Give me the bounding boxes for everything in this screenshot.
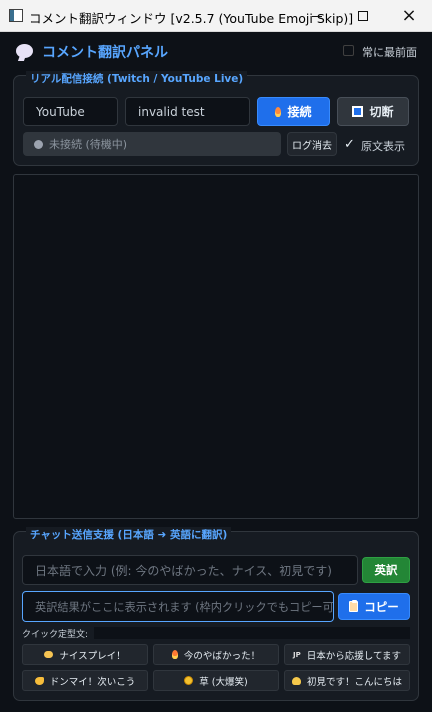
japanese-input[interactable]: 日本語で入力 (例: 今のやばかった、ナイス、初見です)	[22, 555, 358, 585]
connection-status: 未接続 (待機中)	[23, 132, 281, 156]
disconnect-button-label: 切断	[369, 105, 394, 119]
copy-button-label: コピー	[364, 599, 399, 614]
maximize-icon	[358, 11, 368, 21]
platform-select[interactable]: YouTube	[23, 97, 118, 126]
quick-phrase-label: クイック定型文:	[22, 630, 89, 640]
topmost-checkbox[interactable]	[343, 45, 354, 56]
quick-phrase-label-6: 初見です！こんにちは	[306, 676, 402, 688]
disconnect-button[interactable]: 切断	[337, 97, 409, 126]
copy-button[interactable]: コピー	[338, 593, 410, 620]
maximize-button[interactable]	[340, 0, 386, 32]
live-connection-section-label: リアル配信接続 (Twitch / YouTube Live)	[26, 71, 248, 86]
quick-phrase-label-1: ナイスプレイ！	[59, 650, 126, 662]
jp-flag-icon: JP	[293, 650, 301, 659]
clear-log-button[interactable]: ログ消去	[287, 132, 337, 156]
show-original-checkmark-icon[interactable]: ✓	[344, 138, 355, 151]
translation-result-field[interactable]: 英訳結果がここに表示されます (枠内クリックでもコピー可能)	[22, 591, 334, 622]
fire-icon	[171, 650, 178, 659]
minimize-icon	[312, 15, 322, 17]
app-icon	[9, 9, 23, 22]
close-button[interactable]: ×	[386, 0, 432, 32]
quick-phrase-label-3: 日本から応援してます	[306, 650, 401, 662]
quick-phrase-label-2: 今のやばかった！	[183, 650, 261, 662]
stop-icon	[352, 106, 364, 117]
quick-phrase-label-5: 草 (大爆笑)	[199, 676, 248, 688]
quick-phrase-lol-button[interactable]: 草 (大爆笑)	[153, 670, 279, 691]
flame-icon	[275, 106, 282, 117]
speech-bubble-icon	[16, 44, 33, 58]
laughing-face-icon	[184, 676, 194, 685]
translation-log-area[interactable]	[13, 174, 419, 519]
page-title: コメント翻訳パネル	[42, 45, 168, 61]
channel-input[interactable]: invalid test	[125, 97, 250, 126]
close-icon: ×	[401, 5, 417, 26]
topmost-label: 常に最前面	[362, 46, 417, 59]
strong-arm-icon	[34, 676, 44, 685]
translate-button[interactable]: 英訳	[362, 557, 410, 583]
quick-phrase-strip	[94, 627, 410, 639]
connect-button[interactable]: 接続	[257, 97, 330, 126]
chat-send-support-section-label: チャット送信支援 (日本語 ➜ 英語に翻訳)	[26, 527, 232, 542]
quick-phrase-dont-mind-button[interactable]: ドンマイ！次いこう	[22, 670, 148, 691]
quick-phrase-first-time-hello-button[interactable]: 初見です！こんにちは	[284, 670, 410, 691]
quick-phrase-support-from-japan-button[interactable]: JP 日本から応援してます	[284, 644, 410, 665]
show-original-label: 原文表示	[361, 140, 405, 153]
clipboard-icon	[349, 600, 359, 612]
minimize-button[interactable]	[294, 0, 340, 32]
window-titlebar: コメント翻訳ウィンドウ [v2.5.7 (YouTube Emoji Skip)…	[0, 0, 432, 32]
status-dot-icon	[34, 139, 43, 149]
clap-icon	[44, 651, 54, 658]
quick-phrase-label-4: ドンマイ！次いこう	[49, 676, 136, 688]
wave-icon	[291, 676, 301, 685]
quick-phrase-amazing-button[interactable]: 今のやばかった！	[153, 644, 279, 665]
connect-button-label: 接続	[287, 105, 312, 119]
connection-status-text: 未接続 (待機中)	[49, 138, 128, 151]
quick-phrase-nice-play-button[interactable]: ナイスプレイ！	[22, 644, 148, 665]
